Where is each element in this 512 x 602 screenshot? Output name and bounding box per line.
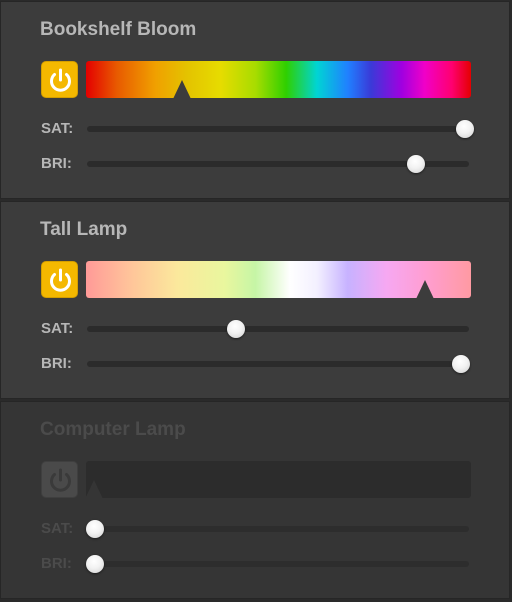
brightness-knob[interactable] <box>85 555 104 573</box>
hue-gradient-bar[interactable] <box>86 61 471 98</box>
power-toggle-button[interactable] <box>41 61 78 98</box>
brightness-slider: BRI: <box>41 151 471 177</box>
saturation-slider: SAT: <box>41 516 471 542</box>
brightness-track[interactable] <box>85 555 469 573</box>
hue-gradient-bar[interactable] <box>86 461 471 498</box>
saturation-track[interactable] <box>87 320 469 338</box>
brightness-track[interactable] <box>87 355 471 373</box>
brightness-knob[interactable] <box>452 355 471 373</box>
power-toggle-button[interactable] <box>41 261 78 298</box>
brightness-knob[interactable] <box>406 155 425 173</box>
saturation-slider: SAT: <box>41 116 475 142</box>
brightness-slider: BRI: <box>41 551 471 577</box>
power-toggle-button[interactable] <box>41 461 78 498</box>
lamp-title: Tall Lamp <box>40 219 128 240</box>
hue-picker[interactable] <box>86 261 471 299</box>
saturation-knob[interactable] <box>226 320 245 338</box>
saturation-label: SAT: <box>41 320 74 337</box>
saturation-label: SAT: <box>41 120 74 137</box>
lamp-title: Bookshelf Bloom <box>40 19 197 40</box>
brightness-label: BRI: <box>41 355 72 372</box>
hue-picker[interactable] <box>86 61 471 99</box>
brightness-track[interactable] <box>87 155 469 173</box>
saturation-knob[interactable] <box>85 520 104 538</box>
brightness-label: BRI: <box>41 555 72 572</box>
power-icon <box>50 268 71 292</box>
hue-marker[interactable] <box>84 480 103 499</box>
power-icon <box>50 468 71 492</box>
lamp-panel-bookshelf-bloom: Bookshelf Bloom SAT: BRI: <box>0 1 510 199</box>
brightness-slider: BRI: <box>41 351 471 377</box>
saturation-slider: SAT: <box>41 316 471 342</box>
saturation-label: SAT: <box>41 520 74 537</box>
lamp-panel-computer-lamp: Computer Lamp SAT: BRI: <box>0 401 510 599</box>
lamp-panel-tall-lamp: Tall Lamp SAT: BRI: <box>0 201 510 399</box>
saturation-track[interactable] <box>87 120 475 138</box>
lamp-title: Computer Lamp <box>40 419 186 440</box>
saturation-track[interactable] <box>85 520 469 538</box>
hue-marker[interactable] <box>173 80 192 99</box>
power-icon <box>50 68 71 92</box>
hue-marker[interactable] <box>415 280 434 299</box>
saturation-knob[interactable] <box>456 120 475 138</box>
hue-gradient-bar[interactable] <box>86 261 471 298</box>
brightness-label: BRI: <box>41 155 72 172</box>
hue-picker[interactable] <box>84 461 471 499</box>
